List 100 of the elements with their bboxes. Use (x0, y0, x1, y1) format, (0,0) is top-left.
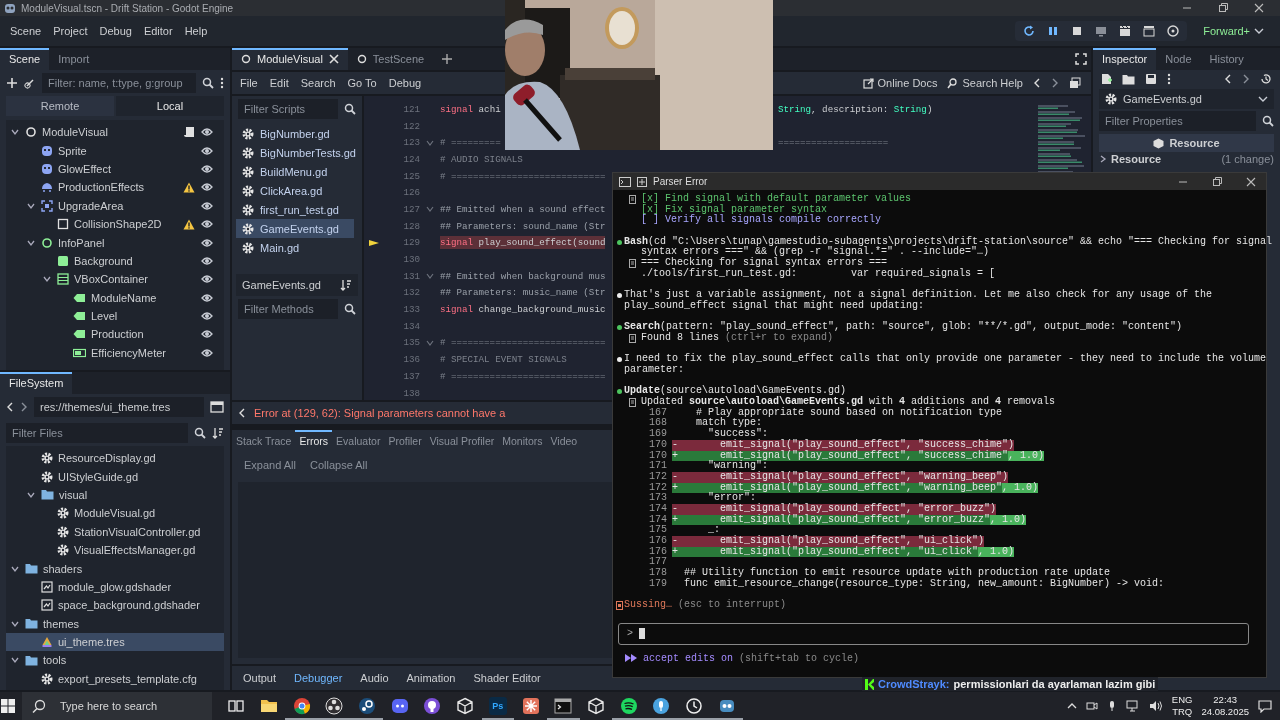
bottom-panel-tab[interactable]: Debugger (285, 672, 352, 684)
dock-tab[interactable]: Import (49, 48, 99, 70)
cube-icon[interactable] (456, 697, 475, 715)
film-reel-icon[interactable] (1167, 25, 1180, 37)
node-name[interactable]: ModuleVisual (42, 126, 179, 139)
folder-icon[interactable] (260, 697, 279, 715)
file-name[interactable]: UIStyleGuide.gd (58, 470, 214, 483)
online-docs-link[interactable]: Online Docs (862, 77, 938, 89)
more-icon[interactable] (220, 77, 224, 89)
filter-field[interactable]: Filter: name, t:type, g:group (42, 73, 196, 93)
forward-icon[interactable] (1242, 73, 1250, 85)
menu-item[interactable]: Debug (382, 77, 428, 89)
save-icon[interactable] (1145, 73, 1157, 85)
sort-icon[interactable] (212, 427, 224, 439)
visibility-eye-icon[interactable] (201, 219, 213, 230)
cube-icon[interactable] (586, 697, 605, 715)
caret-icon[interactable] (1254, 27, 1264, 35)
file-name[interactable]: ResourceDisplay.gd (58, 452, 214, 465)
menu-item[interactable]: Debug (93, 25, 138, 37)
clapper-icon[interactable] (1143, 25, 1156, 37)
restore-icon[interactable] (1218, 3, 1228, 13)
script-name[interactable]: ClickArea.gd (260, 184, 323, 197)
volume-icon[interactable] (1148, 700, 1163, 712)
node-name[interactable]: UpgradeArea (58, 199, 195, 212)
restore-icon[interactable] (1212, 176, 1222, 187)
add-icon[interactable] (6, 77, 18, 89)
clock-icon[interactable] (684, 697, 703, 715)
search-icon[interactable] (194, 427, 206, 439)
search-icon[interactable] (344, 303, 356, 315)
monitor-icon[interactable] (1095, 25, 1108, 37)
script-name[interactable]: first_run_test.gd (260, 203, 339, 216)
menu-item[interactable]: Search (294, 77, 342, 89)
dock-tab[interactable]: Node (1156, 48, 1201, 70)
section-tab[interactable]: Visual Profiler (425, 430, 499, 452)
tree-mode-tab[interactable]: Remote (6, 96, 114, 116)
menu-item[interactable]: Go To (341, 77, 383, 89)
round-app-icon[interactable] (423, 697, 442, 715)
app-icon[interactable]: Ps (488, 697, 507, 715)
file-name[interactable]: ModuleVisual.gd (74, 507, 214, 520)
clapper-icon[interactable] (1119, 25, 1132, 37)
node-name[interactable]: Background (74, 254, 195, 267)
file-name[interactable]: shaders (43, 562, 214, 575)
section-tab[interactable]: Stack Trace (232, 430, 296, 452)
new-resource-icon[interactable] (1101, 73, 1112, 85)
stop-icon[interactable] (1071, 25, 1084, 37)
file-name[interactable]: module_glow.gdshader (58, 580, 214, 593)
node-name[interactable]: GlowEffect (58, 162, 195, 175)
visibility-eye-icon[interactable] (201, 163, 213, 174)
tray-chevron-icon[interactable] (1066, 702, 1077, 710)
caret-icon[interactable] (1258, 95, 1268, 103)
round-app-icon[interactable] (358, 697, 377, 715)
renderer-dropdown[interactable]: Forward+ (1197, 25, 1270, 37)
browser-icon[interactable] (292, 697, 311, 715)
section-title[interactable]: Resource (1111, 153, 1162, 165)
tree-toggle-button[interactable]: Expand All (238, 455, 302, 475)
node-name[interactable]: InfoPanel (58, 236, 195, 249)
sound-waves-icon[interactable] (619, 697, 638, 715)
network-icon[interactable] (1125, 700, 1140, 712)
spark-app-icon[interactable] (521, 697, 540, 715)
pause-icon[interactable] (1047, 25, 1060, 37)
menu-item[interactable]: Scene (4, 25, 48, 37)
search-field[interactable]: Type here to search (54, 696, 212, 716)
back-icon[interactable] (1033, 77, 1041, 89)
search-icon[interactable] (202, 77, 214, 89)
visibility-eye-icon[interactable] (201, 329, 213, 340)
script-name[interactable]: BigNumber.gd (260, 127, 330, 140)
search-help-button[interactable]: Search Help (947, 77, 1023, 89)
close-icon[interactable] (1254, 3, 1264, 13)
bottom-panel-tab[interactable]: Shader Editor (464, 672, 550, 684)
menu-item[interactable]: Help (178, 25, 214, 37)
more-icon[interactable] (1167, 73, 1171, 85)
visibility-eye-icon[interactable] (201, 292, 213, 303)
recorder-icon[interactable] (325, 697, 344, 715)
script-name[interactable]: Main.gd (260, 241, 300, 254)
dock-tab[interactable]: Scene (0, 48, 50, 70)
menu-item[interactable]: Edit (263, 77, 295, 89)
script-icon[interactable] (184, 126, 195, 139)
chat-app-icon[interactable] (390, 697, 409, 715)
dock-tab[interactable]: History (1200, 48, 1253, 70)
menu-item[interactable]: File (234, 77, 264, 89)
terminal-icon[interactable] (554, 697, 573, 715)
task-view-icon[interactable] (227, 697, 246, 715)
filter-field[interactable]: Filter Files (6, 423, 188, 443)
menu-item[interactable]: Project (47, 25, 94, 37)
reload-icon[interactable] (1023, 25, 1036, 37)
node-name[interactable]: EfficiencyMeter (91, 346, 195, 359)
close-icon[interactable] (1246, 176, 1256, 187)
visibility-eye-icon[interactable] (201, 200, 213, 211)
search-icon[interactable] (1262, 115, 1274, 127)
filter-field[interactable]: Filter Scripts (238, 99, 338, 119)
node-name[interactable]: Sprite (58, 144, 195, 157)
microphone-app-icon[interactable] (652, 697, 671, 715)
dock-tab[interactable]: Inspector (1093, 48, 1157, 70)
file-name[interactable]: export_presets_template.cfg (58, 672, 214, 685)
file-name[interactable]: tools (43, 654, 214, 667)
visibility-eye-icon[interactable] (201, 311, 213, 322)
close-icon[interactable] (328, 54, 339, 64)
prompt-input[interactable]: > (618, 622, 1249, 645)
script-name[interactable]: BuildMenu.gd (260, 165, 328, 178)
section-tab[interactable]: Evaluator (332, 430, 385, 452)
